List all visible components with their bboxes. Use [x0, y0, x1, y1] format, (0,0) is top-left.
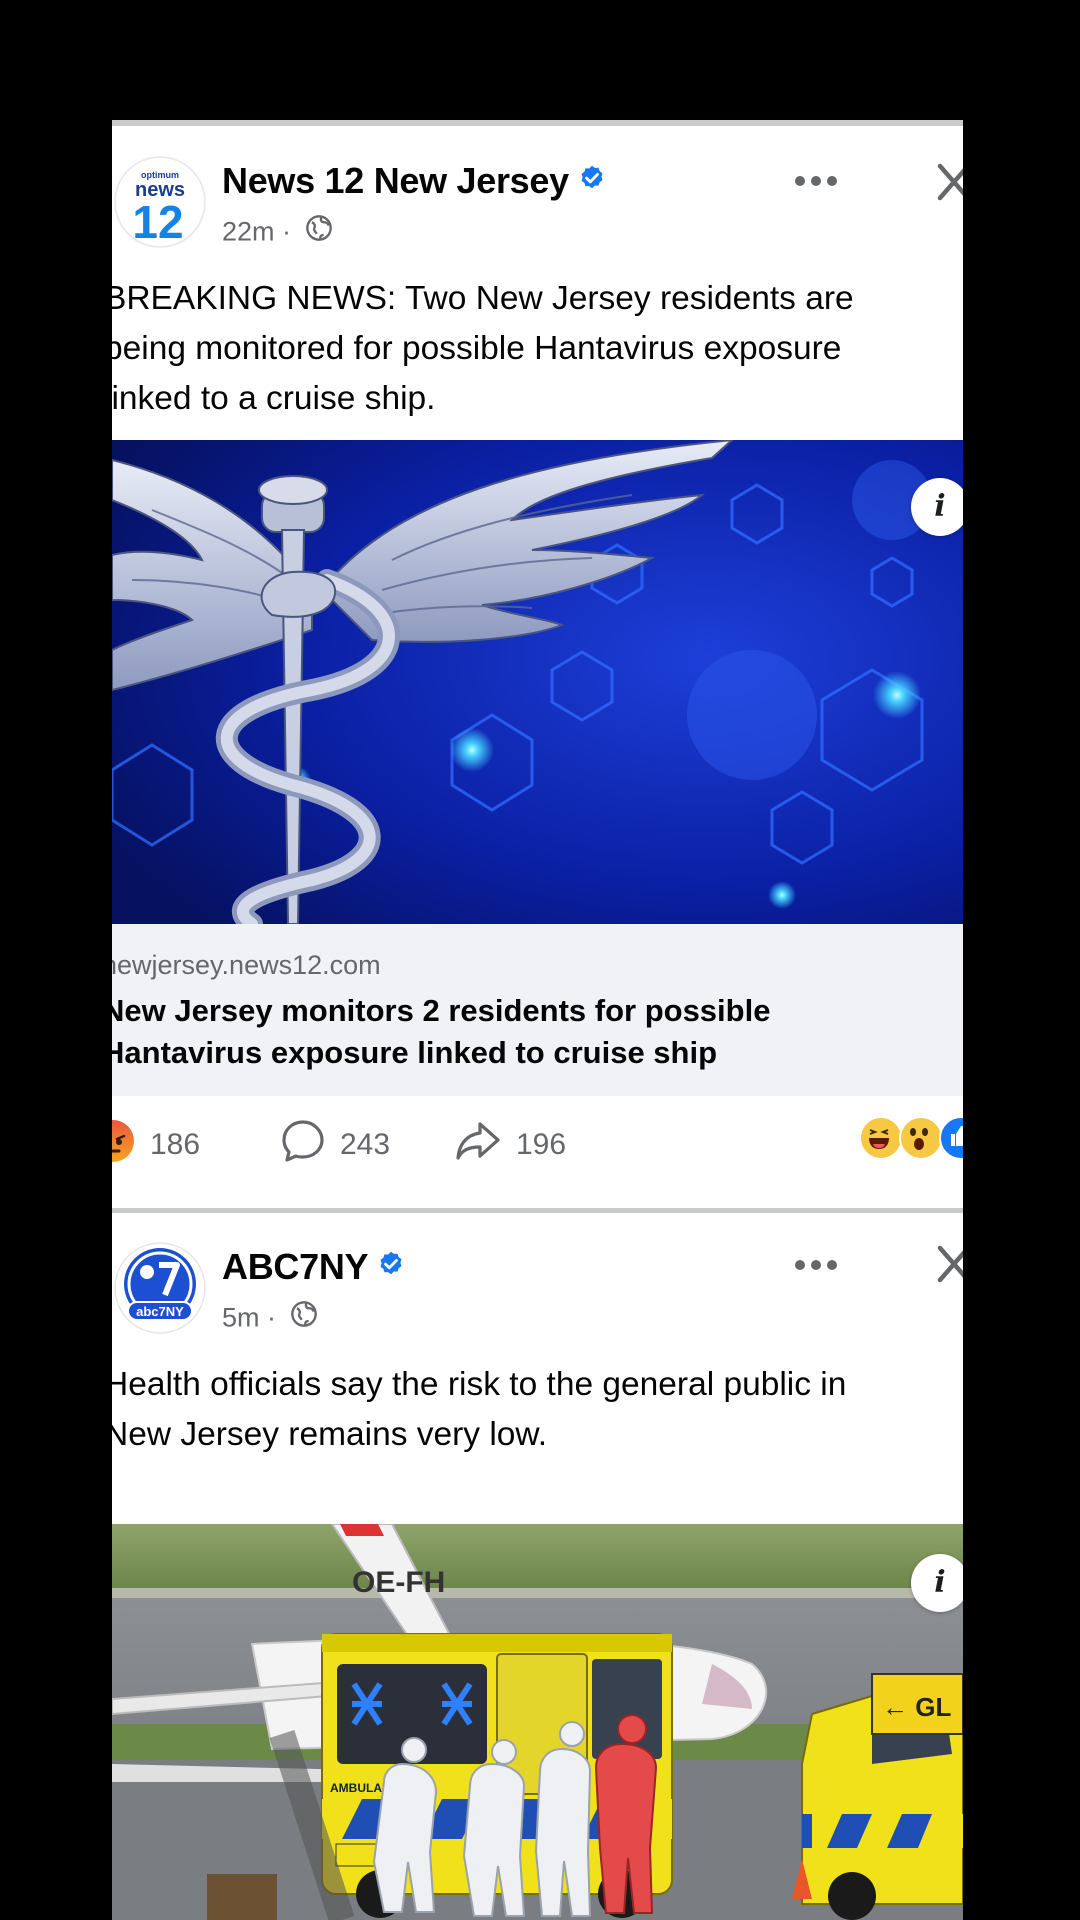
post-text: BREAKING NEWS: Two New Jersey residents … [112, 280, 854, 417]
svg-text:abc7NY: abc7NY [136, 1304, 184, 1319]
info-icon[interactable]: i [911, 1554, 963, 1612]
page-name[interactable]: News 12 New Jersey [222, 160, 607, 204]
svg-text:OE-FH: OE-FH [352, 1566, 445, 1599]
comments-button[interactable]: 243 [280, 1118, 390, 1172]
post-meta: 5m · [222, 1300, 318, 1337]
angry-reaction-icon [112, 1118, 136, 1172]
comment-icon [280, 1118, 326, 1172]
more-dots-icon[interactable] [786, 1250, 846, 1280]
post-time[interactable]: 22m [222, 217, 275, 247]
post-meta: 22m · [222, 214, 333, 251]
post-text: Health officials say the risk to the gen… [112, 1366, 847, 1453]
link-preview[interactable]: newjersey.news12.com New Jersey monitors… [112, 924, 963, 1096]
page-name[interactable]: ABC7NY [222, 1246, 406, 1290]
post-image[interactable]: OE-FH AMBULANCE ← GL i [112, 1524, 963, 1920]
feed-panel: optimum news 12 News 12 New Jersey 22m ·… [112, 120, 963, 1920]
more-dots-icon[interactable] [786, 166, 846, 196]
feed-post: optimum news 12 News 12 New Jersey 22m ·… [112, 120, 963, 1210]
link-headline: New Jersey monitors 2 residents for poss… [112, 993, 771, 1070]
shares-button[interactable]: 196 [454, 1118, 566, 1172]
info-icon[interactable]: i [911, 478, 963, 536]
close-icon[interactable] [934, 160, 963, 204]
reactions-button[interactable]: 186 [112, 1118, 200, 1172]
verified-badge-icon [376, 1245, 406, 1287]
post-time[interactable]: 5m [222, 1303, 260, 1333]
link-domain: newjersey.news12.com [112, 950, 381, 980]
news12-avatar[interactable]: optimum news 12 [114, 156, 206, 248]
wow-reaction-icon [899, 1116, 943, 1160]
svg-text:12: 12 [132, 196, 183, 248]
post-actions-bar: 186 243 196 [112, 1098, 963, 1188]
close-icon[interactable] [934, 1242, 963, 1286]
globe-icon [305, 214, 333, 249]
verified-badge-icon [577, 159, 607, 201]
feed-post: abc7NY ABC7NY 5m · Health officials say … [112, 1212, 963, 1920]
haha-reaction-icon [859, 1116, 903, 1160]
like-reaction-icon [939, 1116, 963, 1160]
svg-text:← GL: ← GL [882, 1692, 951, 1722]
post-image[interactable]: i [112, 440, 963, 924]
share-icon [454, 1118, 502, 1172]
abc7ny-avatar[interactable]: abc7NY [114, 1242, 206, 1334]
globe-icon [290, 1300, 318, 1335]
reaction-summary[interactable] [859, 1116, 963, 1160]
